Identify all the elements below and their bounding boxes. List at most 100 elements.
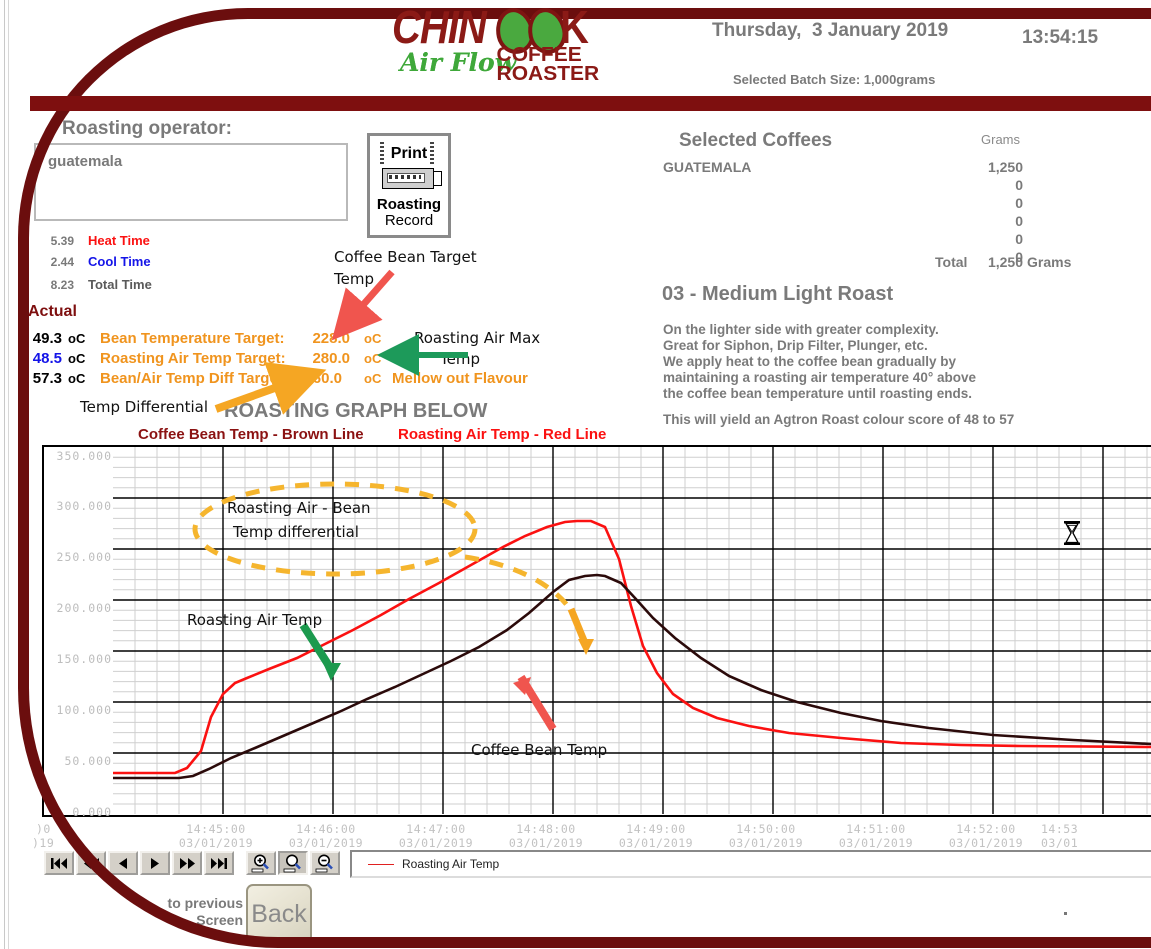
rewind-icon bbox=[83, 857, 99, 869]
callout-arrow-head bbox=[578, 639, 594, 655]
annotation-temp-differential: Temp Differential bbox=[80, 398, 209, 416]
x-tick-6-time: 14:50:00 bbox=[736, 822, 796, 836]
back-button[interactable]: Back bbox=[246, 884, 312, 945]
back-button-label: Back bbox=[251, 900, 307, 928]
batch-size-label: Selected Batch Size: 1,000grams bbox=[733, 72, 936, 87]
chart-navigation-toolbar[interactable] bbox=[44, 850, 384, 876]
roaster-control-screen: CHIN K Air Flow COFFEE ROASTER Thursday,… bbox=[0, 0, 1151, 949]
air-temp-target-value: 280.0 bbox=[312, 350, 350, 367]
fast-forward-icon bbox=[179, 857, 195, 869]
selected-coffees-title: Selected Coffees bbox=[679, 130, 833, 151]
y-tick-50: 50.000 bbox=[64, 754, 112, 768]
chart-svg: Roasting Air - Bean Temp differential Ro… bbox=[113, 447, 1151, 814]
air-temp-target-unit: oC bbox=[364, 351, 382, 366]
zoom-select-button[interactable] bbox=[278, 851, 308, 875]
roast-profile-description: On the lighter side with greater complex… bbox=[663, 322, 976, 401]
zoom-out-button[interactable] bbox=[310, 851, 340, 875]
coffee-row-grams-1: 1,250 bbox=[987, 159, 1023, 175]
total-grams-value: 1,250 bbox=[987, 254, 1023, 270]
status-dot bbox=[1064, 912, 1067, 915]
x-tick-7-date: 03/01/2019 bbox=[838, 836, 914, 850]
x-tick-6-date: 03/01/2019 bbox=[728, 836, 804, 850]
nav-forward-button[interactable] bbox=[172, 851, 202, 875]
diff-temp-target-unit: oC bbox=[364, 371, 382, 386]
mellow-flavour-note: Mellow out Flavour bbox=[392, 370, 528, 387]
x-tick-0-date: )19 bbox=[32, 836, 55, 850]
air-temp-actual: 48.5 bbox=[32, 350, 62, 367]
legend-coffee-bean-brown: Coffee Bean Temp - Brown Line bbox=[138, 426, 364, 443]
legend-color-swatch bbox=[368, 863, 394, 865]
coffee-row-grams-4: 0 bbox=[1015, 213, 1023, 229]
total-time-value: 8.23 bbox=[50, 278, 74, 292]
annotation-roasting-air-max: Roasting Air Max bbox=[414, 329, 541, 347]
nav-last-button[interactable] bbox=[204, 851, 234, 875]
diff-temp-target-value: 60.0 bbox=[312, 370, 342, 387]
callout-tail bbox=[464, 554, 574, 613]
printer-paper-right-icon bbox=[430, 142, 434, 166]
prev-icon bbox=[119, 857, 127, 869]
y-tick-0: 0.000 bbox=[72, 805, 112, 819]
cool-time-label: Cool Time bbox=[88, 254, 151, 269]
heat-time-value: 5.39 bbox=[50, 234, 74, 248]
x-tick-4-time: 14:48:00 bbox=[516, 822, 576, 836]
heat-time-label: Heat Time bbox=[88, 233, 150, 248]
total-grams-label: Total bbox=[935, 254, 968, 270]
nav-rewind-button[interactable] bbox=[76, 851, 106, 875]
chart-legend[interactable]: Roasting Air Temp bbox=[350, 850, 1151, 878]
x-tick-2-time: 14:46:00 bbox=[296, 822, 356, 836]
x-tick-8-date: 03/01/2019 bbox=[948, 836, 1024, 850]
y-tick-150: 150.000 bbox=[56, 652, 112, 666]
skip-last-icon bbox=[211, 857, 227, 869]
zoom-out-icon bbox=[315, 854, 333, 873]
y-tick-100: 100.000 bbox=[56, 703, 112, 717]
diff-temp-actual: 57.3 bbox=[32, 370, 62, 387]
legend-roasting-air-red: Roasting Air Temp - Red Line bbox=[398, 426, 607, 443]
header-divider-bar bbox=[30, 96, 1151, 111]
air-temp-target-label: Roasting Air Temp Target: bbox=[100, 350, 286, 367]
zoom-in-button[interactable] bbox=[246, 851, 276, 875]
nav-first-button[interactable] bbox=[44, 851, 74, 875]
bean-temp-actual-unit: oC bbox=[68, 331, 86, 346]
print-roasting-record-button[interactable]: Print Roasting Record bbox=[367, 133, 451, 238]
coffee-row-name-1: GUATEMALA bbox=[663, 159, 752, 175]
x-tick-5-date: 03/01/2019 bbox=[618, 836, 694, 850]
x-tick-9-date: 03/01 bbox=[1041, 836, 1079, 850]
current-time: 13:54:15 bbox=[1022, 27, 1099, 48]
chart-x-axis: )0 )19 14:45:00 03/01/2019 14:46:00 03/0… bbox=[32, 818, 1151, 850]
print-record-label: Record bbox=[384, 212, 434, 229]
back-caption: to previous Screen bbox=[167, 895, 243, 928]
x-tick-2-date: 03/01/2019 bbox=[288, 836, 364, 850]
grams-column-header: Grams bbox=[981, 132, 1020, 147]
nav-prev-button[interactable] bbox=[108, 851, 138, 875]
chart-plot-area[interactable]: Roasting Air - Bean Temp differential Ro… bbox=[113, 447, 1151, 814]
total-grams-unit: Grams bbox=[1027, 254, 1072, 270]
next-icon bbox=[151, 857, 159, 869]
chart-label-air-temp: Roasting Air Temp bbox=[187, 611, 322, 629]
coffee-row-grams-2: 0 bbox=[1015, 177, 1023, 193]
coffee-row-grams-3: 0 bbox=[1015, 195, 1023, 211]
y-tick-300: 300.000 bbox=[56, 499, 112, 513]
bean-temp-target-unit: oC bbox=[364, 331, 382, 346]
chinook-logo: CHIN K Air Flow COFFEE ROASTER bbox=[392, 3, 599, 94]
frame-edge-line-1 bbox=[4, 0, 5, 949]
legend-series-label: Roasting Air Temp bbox=[402, 857, 500, 871]
logo-coffee-roaster-text: COFFEE ROASTER bbox=[497, 45, 600, 84]
air-temp-actual-unit: oC bbox=[68, 351, 86, 366]
chart-label-bean-temp: Coffee Bean Temp bbox=[471, 741, 607, 759]
callout-arrow-line bbox=[567, 607, 589, 645]
operator-value: guatemala bbox=[48, 153, 123, 170]
annotation-coffee-bean-target: Coffee Bean Target Temp bbox=[334, 248, 477, 288]
nav-next-button[interactable] bbox=[140, 851, 170, 875]
x-tick-0-time: )0 bbox=[36, 822, 51, 836]
hourglass-cursor-icon bbox=[1064, 521, 1080, 545]
y-tick-250: 250.000 bbox=[56, 550, 112, 564]
operator-input[interactable]: guatemala bbox=[34, 143, 348, 221]
printer-dots-icon bbox=[389, 175, 421, 179]
chart-arrow-air-temp bbox=[299, 622, 335, 672]
zoom-select-icon bbox=[283, 854, 301, 873]
frame-edge-line-2 bbox=[8, 0, 9, 949]
bean-temp-actual: 49.3 bbox=[32, 330, 62, 347]
cool-time-value: 2.44 bbox=[50, 255, 74, 269]
y-tick-200: 200.000 bbox=[56, 601, 112, 615]
roast-agtron-score: This will yield an Agtron Roast colour s… bbox=[663, 412, 1015, 427]
